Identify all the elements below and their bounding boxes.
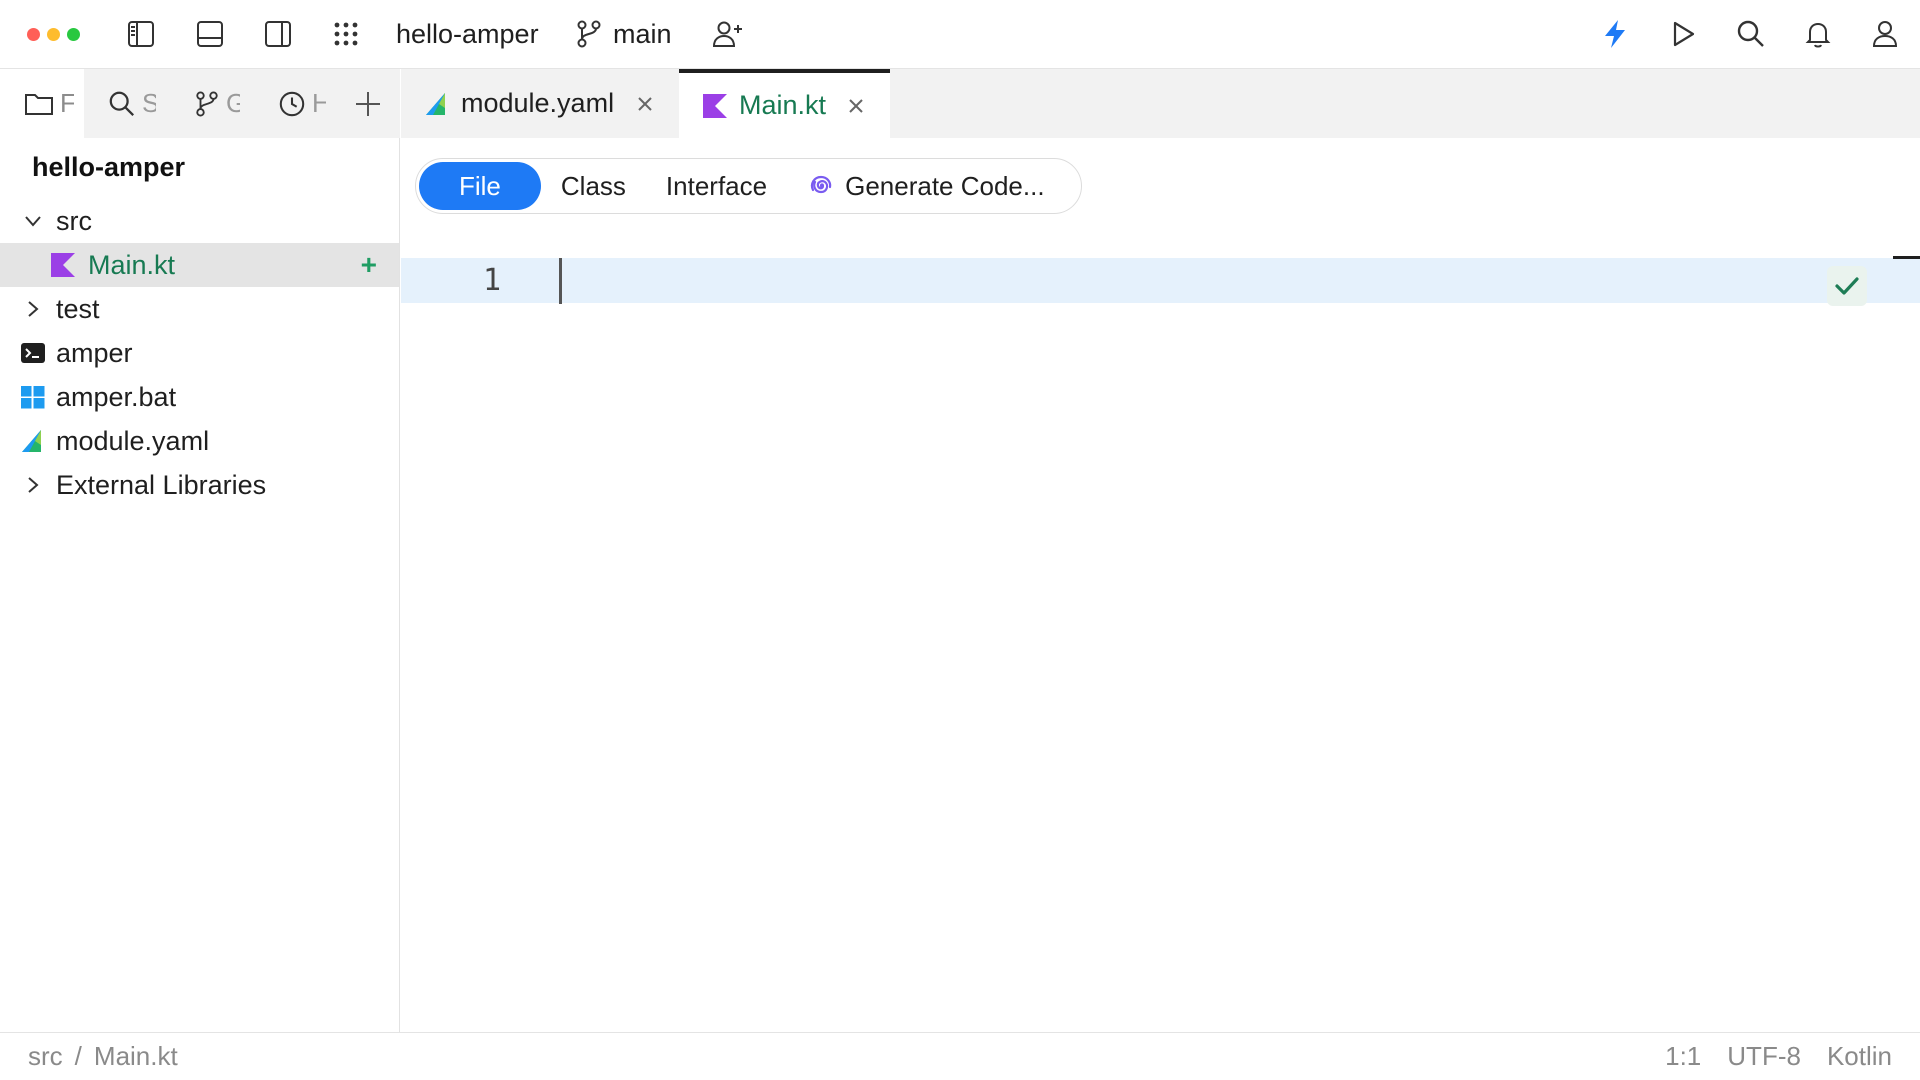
tree-item-label: Main.kt xyxy=(88,249,176,280)
search-everywhere-button[interactable] xyxy=(1730,13,1772,55)
breadcrumb-item-main-kt[interactable]: Main.kt xyxy=(94,1041,178,1072)
branch-label: main xyxy=(613,18,672,49)
terminal-icon xyxy=(20,340,46,366)
kotlin-file-icon xyxy=(703,93,727,118)
run-button[interactable] xyxy=(1662,13,1704,55)
tree-item-amper-bat[interactable]: amper.bat xyxy=(0,375,399,419)
git-branch-icon xyxy=(577,20,601,48)
new-file-button[interactable]: File xyxy=(419,162,541,210)
tree-item-src[interactable]: src xyxy=(0,199,399,243)
close-window-button[interactable] xyxy=(27,28,40,41)
project-title: hello-amper xyxy=(32,152,186,182)
breadcrumb: src / Main.kt xyxy=(28,1041,178,1072)
tree-item-label: module.yaml xyxy=(56,425,210,456)
status-bar: src / Main.kt 1:1 UTF-8 Kotlin xyxy=(0,1032,1920,1080)
tab-git-label: G xyxy=(226,88,240,118)
editor[interactable]: File Class Interface Generate Code... 1 xyxy=(401,138,1920,1032)
tab-git[interactable]: G xyxy=(182,69,260,138)
windows-icon xyxy=(20,384,46,410)
tab-label: module.yaml xyxy=(461,88,615,118)
ai-assistant-button[interactable] xyxy=(1594,13,1636,55)
generate-code-button[interactable]: Generate Code... xyxy=(787,162,1064,210)
toggle-left-panel-button[interactable] xyxy=(120,13,162,55)
new-interface-button[interactable]: Interface xyxy=(646,162,787,210)
tree-item-external-libraries[interactable]: External Libraries xyxy=(0,463,399,507)
search-icon xyxy=(1737,20,1764,47)
tab-label: Main.kt xyxy=(739,90,827,120)
tree-item-test[interactable]: test xyxy=(0,287,399,331)
kotlin-file-icon xyxy=(50,252,76,278)
tab-search-label: S xyxy=(142,88,156,118)
tab-search[interactable]: S xyxy=(96,69,174,138)
cursor-position[interactable]: 1:1 xyxy=(1665,1041,1701,1072)
project-name[interactable]: hello-amper xyxy=(396,17,539,51)
ai-spiral-icon xyxy=(810,175,832,194)
clock-icon xyxy=(279,91,305,116)
folder-icon xyxy=(25,93,53,115)
add-file-button[interactable]: + xyxy=(361,251,377,279)
tree-item-label: amper xyxy=(56,337,133,368)
new-file-toolbar: File Class Interface Generate Code... xyxy=(415,158,1082,214)
search-icon xyxy=(109,91,134,116)
current-line-highlight: 1 xyxy=(401,258,1920,303)
main-menu-button[interactable] xyxy=(325,13,367,55)
tree-item-label: test xyxy=(56,293,100,324)
add-collaborator-button[interactable] xyxy=(707,13,749,55)
file-encoding[interactable]: UTF-8 xyxy=(1727,1041,1801,1072)
toggle-bottom-panel-button[interactable] xyxy=(189,13,231,55)
close-tab-icon[interactable] xyxy=(846,95,866,117)
branch-selector[interactable]: main xyxy=(575,14,672,54)
tree-item-module-yaml[interactable]: module.yaml xyxy=(0,419,399,463)
git-branch-icon xyxy=(196,90,218,117)
scroll-marker xyxy=(1893,256,1920,259)
new-class-button[interactable]: Class xyxy=(541,162,646,210)
play-icon xyxy=(1673,21,1695,47)
file-language[interactable]: Kotlin xyxy=(1827,1041,1892,1072)
tab-history-label: H xyxy=(312,88,326,118)
project-panel: hello-amper src Main.kt + test amper amp… xyxy=(0,138,400,1032)
title-bar: hello-amper main xyxy=(0,0,1920,69)
close-tab-icon[interactable] xyxy=(634,93,655,115)
grid-icon xyxy=(334,22,358,46)
account-button[interactable] xyxy=(1864,13,1906,55)
tree-item-amper[interactable]: amper xyxy=(0,331,399,375)
check-icon xyxy=(1835,277,1859,295)
bottom-panel-icon xyxy=(197,21,223,47)
maximize-window-button[interactable] xyxy=(67,28,80,41)
status-right: 1:1 UTF-8 Kotlin xyxy=(1665,1041,1892,1072)
line-number: 1 xyxy=(482,263,501,298)
tab-files[interactable]: F xyxy=(0,69,84,138)
right-panel-icon xyxy=(265,21,291,47)
tool-window-tabs: F S G H xyxy=(0,69,400,138)
plus-icon xyxy=(356,91,380,116)
tab-files-label: F xyxy=(60,88,74,118)
user-icon xyxy=(1872,21,1898,47)
tab-main-kt[interactable]: Main.kt xyxy=(679,69,890,138)
no-problems-indicator[interactable] xyxy=(1827,266,1867,306)
text-caret xyxy=(559,258,562,304)
tree-item-label: src xyxy=(56,205,92,236)
amper-icon xyxy=(425,92,449,116)
chevron-right-icon[interactable] xyxy=(20,296,46,322)
amper-icon xyxy=(20,428,46,454)
bell-icon xyxy=(1805,22,1831,48)
generate-code-label: Generate Code... xyxy=(845,170,1045,201)
minimize-window-button[interactable] xyxy=(47,28,60,41)
add-tool-tab-button[interactable] xyxy=(350,69,396,138)
tree-item-label: amper.bat xyxy=(56,381,177,412)
tree-item-main-kt[interactable]: Main.kt + xyxy=(0,243,399,287)
toggle-right-panel-button[interactable] xyxy=(257,13,299,55)
chevron-down-icon[interactable] xyxy=(20,208,46,234)
chevron-right-icon[interactable] xyxy=(20,472,46,498)
tree-item-label: External Libraries xyxy=(56,469,267,500)
breadcrumb-separator: / xyxy=(74,1041,82,1071)
notifications-button[interactable] xyxy=(1797,13,1839,55)
editor-tabs: module.yaml Main.kt xyxy=(401,69,1920,138)
add-user-icon xyxy=(712,21,742,47)
tab-history[interactable]: H xyxy=(266,69,344,138)
tab-module-yaml[interactable]: module.yaml xyxy=(401,69,679,138)
lightning-icon xyxy=(1605,20,1625,48)
breadcrumb-item-src[interactable]: src xyxy=(28,1041,63,1072)
left-panel-icon xyxy=(128,21,154,47)
